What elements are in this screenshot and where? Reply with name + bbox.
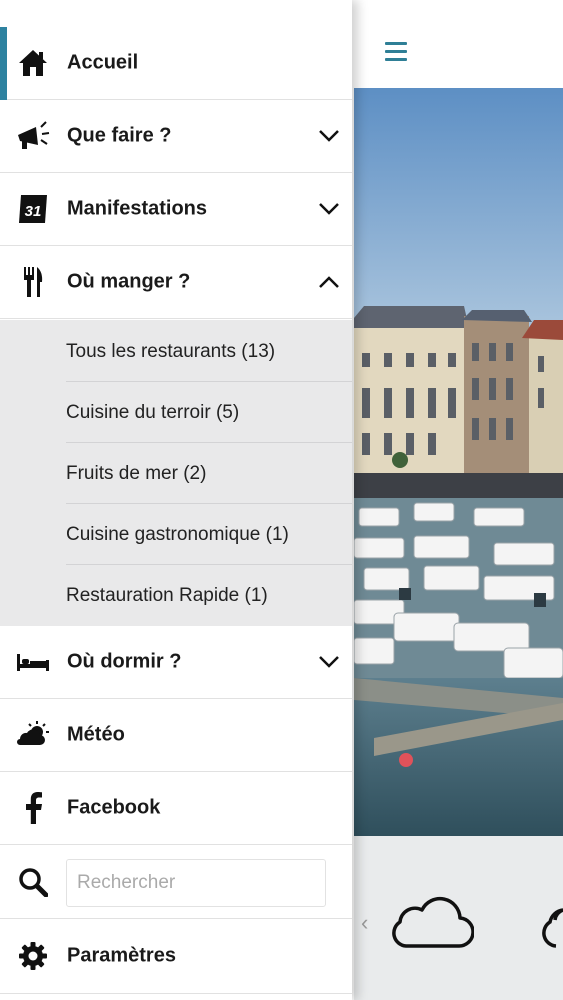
submenu-item[interactable]: Restauration Rapide (1) bbox=[66, 565, 352, 626]
chevron-down-icon[interactable] bbox=[318, 202, 340, 216]
chevron-down-icon[interactable] bbox=[318, 655, 340, 669]
submenu-item[interactable]: Cuisine du terroir (5) bbox=[66, 382, 352, 443]
menu-item-label: Où dormir ? bbox=[67, 650, 182, 673]
submenu-item[interactable]: Fruits de mer (2) bbox=[66, 443, 352, 504]
navigation-drawer: Accueil Que faire ? 31 Manifestations Où… bbox=[0, 0, 352, 1000]
chevron-up-icon[interactable] bbox=[318, 275, 340, 289]
calendar-icon: 31 bbox=[16, 192, 50, 226]
hamburger-menu-icon[interactable] bbox=[385, 42, 407, 64]
gear-icon bbox=[16, 939, 50, 973]
facebook-icon bbox=[16, 791, 50, 825]
menu-item-parametres[interactable]: Paramètres bbox=[0, 919, 352, 994]
submenu-item[interactable]: Tous les restaurants (13) bbox=[66, 321, 352, 382]
megaphone-icon bbox=[16, 119, 50, 153]
chevron-down-icon[interactable] bbox=[318, 129, 340, 143]
calendar-day: 31 bbox=[25, 203, 42, 220]
menu-item-ou-manger[interactable]: Où manger ? bbox=[0, 246, 352, 319]
menu-item-manifestations[interactable]: 31 Manifestations bbox=[0, 173, 352, 246]
submenu-item[interactable]: Cuisine gastronomique (1) bbox=[66, 504, 352, 565]
fork-knife-icon bbox=[16, 265, 50, 299]
bed-icon bbox=[16, 645, 50, 679]
search-icon bbox=[16, 865, 50, 899]
menu-item-meteo[interactable]: Météo bbox=[0, 699, 352, 772]
menu-item-label: Que faire ? bbox=[67, 124, 172, 147]
menu-item-label: Paramètres bbox=[67, 944, 176, 967]
restaurants-submenu: Tous les restaurants (13) Cuisine du ter… bbox=[0, 320, 352, 626]
menu-item-facebook[interactable]: Facebook bbox=[0, 772, 352, 845]
menu-item-label: Où manger ? bbox=[67, 270, 191, 293]
menu-item-que-faire[interactable]: Que faire ? bbox=[0, 100, 352, 173]
menu-item-label: Facebook bbox=[67, 796, 161, 819]
menu-item-accueil[interactable]: Accueil bbox=[0, 27, 352, 100]
search-input[interactable] bbox=[66, 859, 326, 907]
active-indicator bbox=[0, 27, 7, 100]
chevron-left-icon[interactable]: ‹ bbox=[361, 910, 368, 936]
cloud-icon bbox=[388, 884, 475, 959]
home-icon bbox=[16, 46, 50, 80]
menu-item-label: Manifestations bbox=[67, 197, 208, 220]
cloud-icon bbox=[538, 884, 563, 959]
menu-item-label: Accueil bbox=[67, 51, 139, 74]
menu-item-ou-dormir[interactable]: Où dormir ? bbox=[0, 626, 352, 699]
weather-icon bbox=[16, 718, 50, 752]
menu-item-label: Météo bbox=[67, 723, 125, 746]
harbor-photo bbox=[354, 88, 563, 836]
